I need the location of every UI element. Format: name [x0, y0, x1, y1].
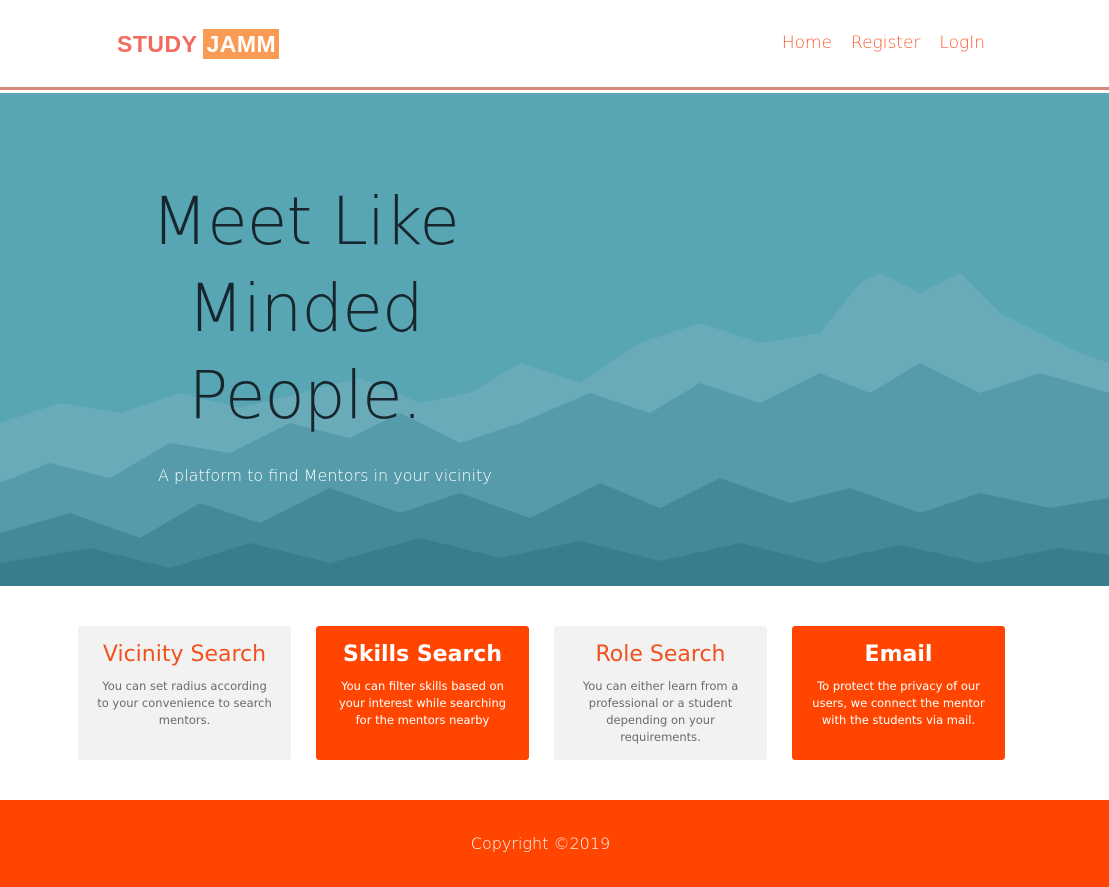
logo[interactable]: STUDY JAMM — [117, 29, 280, 59]
site-footer: Copyright ©2019 — [0, 800, 1109, 887]
logo-jamm-text: JAMM — [203, 29, 280, 59]
nav-link-login[interactable]: LogIn — [939, 33, 985, 53]
feature-card-skills-search: Skills Search You can filter skills base… — [316, 626, 529, 760]
feature-card-email: Email To protect the privacy of our user… — [792, 626, 1005, 760]
hero-heading-line-3: People. — [188, 357, 422, 434]
feature-cards: Vicinity Search You can set radius accor… — [78, 626, 1005, 760]
hero-banner: Meet Like Minded People. A platform to f… — [0, 93, 1109, 586]
hero-heading: Meet Like Minded People. — [130, 178, 480, 439]
feature-card-text: You can either learn from a professional… — [582, 679, 739, 744]
copyright-text: Copyright ©2019 — [470, 834, 611, 853]
feature-card-vicinity-search: Vicinity Search You can set radius accor… — [78, 626, 291, 760]
nav-link-home[interactable]: Home — [782, 33, 832, 53]
logo-study-text: STUDY — [117, 30, 198, 57]
feature-card-title: Email — [864, 642, 933, 667]
feature-card-title: Skills Search — [342, 642, 503, 667]
hero-heading-line-1: Meet Like — [151, 183, 460, 260]
feature-card-title: Vicinity Search — [102, 642, 267, 667]
feature-card-title: Role Search — [595, 642, 726, 667]
feature-card-text: You can set radius according to your con… — [97, 679, 272, 727]
feature-card-role-search: Role Search You can either learn from a … — [554, 626, 767, 760]
feature-card-text: To protect the privacy of our users, we … — [812, 679, 985, 727]
feature-card-text: You can filter skills based on your inte… — [338, 679, 507, 727]
main-nav: Home Register LogIn — [782, 33, 985, 53]
nav-link-register[interactable]: Register — [851, 33, 920, 53]
hero-subtitle: A platform to find Mentors in your vicin… — [158, 466, 492, 485]
hero-heading-line-2: Minded — [187, 270, 424, 347]
site-header: STUDY JAMM Home Register LogIn — [0, 0, 1109, 90]
